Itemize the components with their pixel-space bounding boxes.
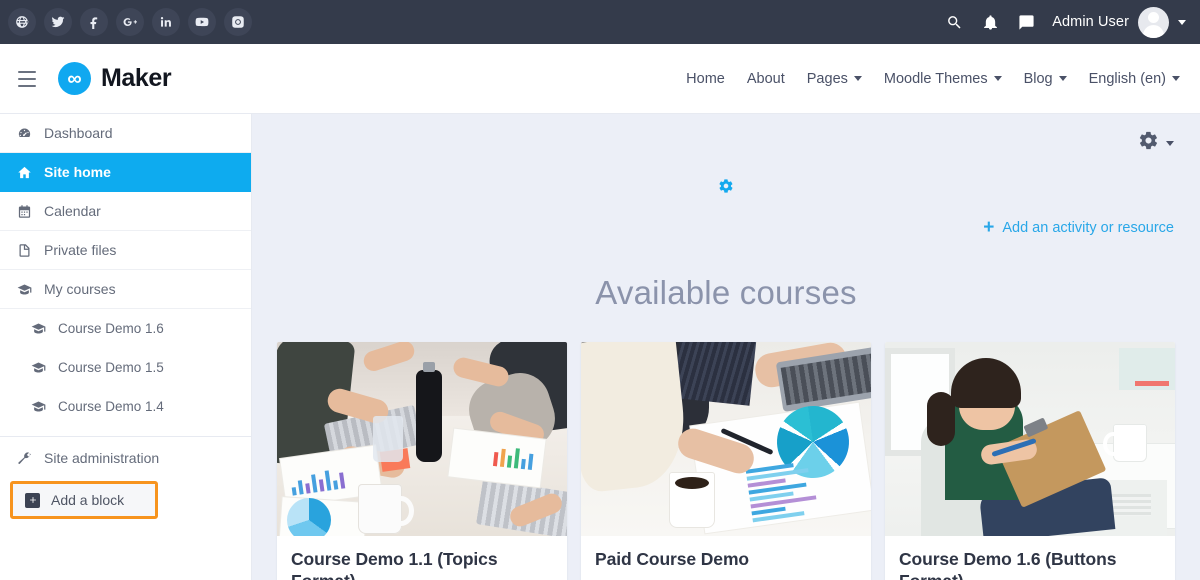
sidebar-item-my-courses[interactable]: My courses: [0, 270, 251, 309]
avatar: [1138, 6, 1169, 38]
message-icon[interactable]: [1016, 12, 1036, 32]
chevron-down-icon: [1172, 76, 1180, 81]
section-settings-gear[interactable]: [718, 178, 734, 194]
brand-logo[interactable]: ∞ Maker: [58, 62, 172, 95]
infinity-logo-icon: ∞: [58, 62, 91, 95]
instagram-icon[interactable]: [224, 8, 252, 36]
google-plus-icon[interactable]: [116, 8, 144, 36]
globe-icon[interactable]: [8, 8, 36, 36]
course-card-body: Paid Course Demo Lorem ipsum dolor sit a…: [581, 536, 871, 580]
sidebar-item-label: Calendar: [44, 203, 101, 219]
brand-name: Maker: [101, 64, 172, 92]
nav-label: Moodle Themes: [883, 70, 988, 87]
home-icon: [16, 165, 33, 180]
course-image-team-meeting: [277, 342, 567, 536]
chevron-down-icon: [993, 76, 1002, 81]
plus-square-icon: [25, 492, 40, 508]
sidebar-item-private-files[interactable]: Private files: [0, 231, 251, 270]
nav-item-blog[interactable]: Blog: [1024, 71, 1067, 87]
search-icon[interactable]: [944, 12, 964, 32]
chevron-down-icon[interactable]: [1166, 140, 1174, 146]
nav-item-moodle-themes[interactable]: Moodle Themes: [884, 71, 1002, 87]
sidebar-item-label: Site administration: [44, 450, 160, 466]
page-settings-menu[interactable]: [1138, 130, 1174, 156]
main-navigation: Home About Pages Moodle Themes Blog Engl…: [686, 71, 1180, 87]
twitter-icon[interactable]: [44, 8, 72, 36]
graduation-cap-icon: [30, 360, 47, 375]
course-title[interactable]: Paid Course Demo: [595, 549, 857, 571]
add-block-container: Add a block: [0, 479, 251, 519]
sidebar-item-calendar[interactable]: Calendar: [0, 192, 251, 231]
dashboard-icon: [16, 126, 33, 141]
menu-toggle-icon[interactable]: [14, 67, 40, 91]
course-image-woman-clipboard: [885, 342, 1175, 536]
page-body: Dashboard Site home Calendar Private fil…: [0, 114, 1200, 580]
nav-label: About: [746, 70, 785, 87]
sidebar-item-label: Course Demo 1.4: [58, 399, 164, 414]
sidebar-item-course-demo-1-4[interactable]: Course Demo 1.4: [0, 387, 251, 426]
top-utility-bar: Admin User: [0, 0, 1200, 44]
course-card[interactable]: Course Demo 1.1 (Topics Format) This is …: [277, 342, 567, 580]
sidebar-item-label: Course Demo 1.5: [58, 360, 164, 375]
file-icon: [16, 243, 33, 258]
nav-label: Pages: [806, 70, 848, 87]
page-title: Available courses: [595, 274, 857, 311]
graduation-cap-icon: [16, 282, 33, 297]
user-name: Admin User: [1052, 14, 1129, 30]
sidebar-item-site-home[interactable]: Site home: [0, 153, 251, 192]
course-image-desk-charts: [581, 342, 871, 536]
top-bar-right-controls: Admin User: [944, 6, 1186, 38]
course-card[interactable]: Paid Course Demo Lorem ipsum dolor sit a…: [581, 342, 871, 580]
bell-icon[interactable]: [980, 12, 1000, 32]
graduation-cap-icon: [30, 321, 47, 336]
add-activity-label: Add an activity or resource: [1002, 219, 1174, 236]
sidebar-item-label: Private files: [44, 242, 117, 258]
graduation-cap-icon: [30, 399, 47, 414]
user-menu[interactable]: Admin User: [1052, 6, 1186, 38]
wrench-icon: [16, 451, 33, 466]
sidebar-item-label: My courses: [44, 281, 116, 297]
chevron-down-icon[interactable]: [1178, 19, 1186, 25]
sidebar-item-label: Dashboard: [44, 125, 113, 141]
course-title[interactable]: Course Demo 1.6 (Buttons Format): [899, 549, 1161, 580]
gear-icon: [1138, 130, 1159, 156]
course-title[interactable]: Course Demo 1.1 (Topics Format): [291, 549, 553, 580]
plus-icon: +: [983, 217, 995, 238]
sidebar-item-label: Site home: [44, 164, 111, 180]
linkedin-icon[interactable]: [152, 8, 180, 36]
nav-item-pages[interactable]: Pages: [807, 71, 862, 87]
nav-item-language[interactable]: English (en): [1089, 71, 1180, 87]
calendar-icon: [16, 204, 33, 219]
facebook-icon[interactable]: [80, 8, 108, 36]
nav-item-about[interactable]: About: [747, 71, 785, 87]
sidebar-item-label: Course Demo 1.6: [58, 321, 164, 336]
main-content: + Add an activity or resource Available …: [252, 114, 1200, 580]
nav-item-home[interactable]: Home: [686, 71, 725, 87]
social-links: [8, 8, 252, 36]
course-card-body: Course Demo 1.1 (Topics Format) This is …: [277, 536, 567, 580]
nav-label: Home: [686, 70, 725, 87]
course-card-body: Course Demo 1.6 (Buttons Format) This is…: [885, 536, 1175, 580]
sidebar-navigation: Dashboard Site home Calendar Private fil…: [0, 114, 252, 580]
nav-label: English (en): [1088, 70, 1166, 87]
sidebar-item-dashboard[interactable]: Dashboard: [0, 114, 251, 153]
site-header: ∞ Maker Home About Pages Moodle Themes B…: [0, 44, 1200, 114]
chevron-down-icon: [853, 76, 862, 81]
add-activity-or-resource-link[interactable]: + Add an activity or resource: [983, 218, 1174, 237]
youtube-icon[interactable]: [188, 8, 216, 36]
sidebar-item-course-demo-1-6[interactable]: Course Demo 1.6: [0, 309, 251, 348]
chevron-down-icon: [1058, 76, 1067, 81]
add-block-button[interactable]: Add a block: [10, 481, 158, 519]
nav-label: Blog: [1023, 70, 1053, 87]
sidebar-item-site-administration[interactable]: Site administration: [0, 437, 251, 479]
add-block-label: Add a block: [51, 492, 125, 508]
course-card-list: Course Demo 1.1 (Topics Format) This is …: [277, 342, 1175, 580]
course-card[interactable]: Course Demo 1.6 (Buttons Format) This is…: [885, 342, 1175, 580]
sidebar-item-course-demo-1-5[interactable]: Course Demo 1.5: [0, 348, 251, 387]
